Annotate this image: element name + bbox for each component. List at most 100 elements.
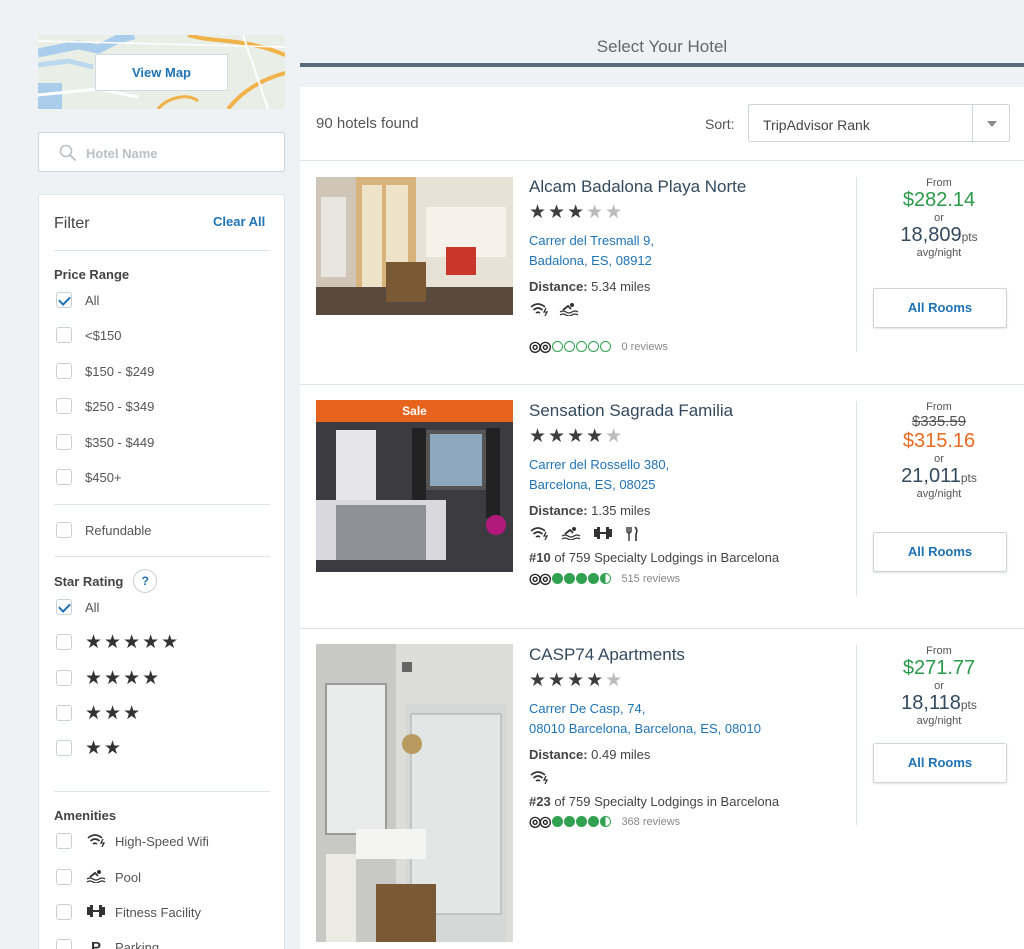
hotel-name[interactable]: CASP74 Apartments: [529, 645, 685, 665]
checkbox[interactable]: [56, 469, 72, 485]
amenity-pool[interactable]: Pool: [56, 868, 141, 886]
amenity-wifi[interactable]: High-Speed Wifi: [56, 832, 209, 850]
price-option-under-150[interactable]: <$150: [56, 326, 122, 344]
checkbox[interactable]: [56, 434, 72, 450]
pool-icon: [561, 526, 581, 547]
price-option-250-349[interactable]: $250 - $349: [56, 397, 154, 415]
checkbox[interactable]: [56, 398, 72, 414]
checkbox[interactable]: [56, 599, 72, 615]
hotel-name-input[interactable]: [86, 143, 276, 163]
checkbox[interactable]: [56, 833, 72, 849]
points-unit: pts: [960, 471, 977, 485]
view-map-button[interactable]: View Map: [95, 54, 228, 91]
price-option-350-449[interactable]: $350 - $449: [56, 433, 154, 451]
tripadvisor-owl-icon: ◎◎: [529, 813, 551, 829]
vertical-divider: [856, 177, 857, 352]
chevron-down-icon[interactable]: [987, 121, 997, 127]
points-value: 18,118: [901, 692, 961, 714]
hotel-address[interactable]: Carrer del Rossello 380, Barcelona, ES, …: [529, 455, 669, 495]
or-label: or: [934, 212, 944, 224]
option-label: All: [85, 292, 100, 308]
star-empty: ★★: [586, 202, 625, 223]
points-value: 21,011: [901, 465, 961, 487]
tripadvisor-rating[interactable]: ◎◎ 368 reviews: [529, 813, 680, 830]
price-range-heading: Price Range: [54, 267, 130, 282]
rating-circle: [588, 341, 600, 352]
divider: [54, 791, 270, 792]
sale-price: $315.16: [902, 430, 976, 452]
distance-label: Distance:: [529, 279, 588, 294]
hotel-address[interactable]: Carrer De Casp, 74, 08010 Barcelona, Bar…: [529, 699, 761, 739]
hotel-address[interactable]: Carrer del Tresmall 9, Badalona, ES, 089…: [529, 231, 654, 271]
vertical-divider: [856, 401, 857, 596]
review-count: 368 reviews: [621, 815, 681, 828]
amenities-heading: Amenities: [54, 808, 117, 823]
star-filled: ★★★: [529, 202, 587, 223]
star-option-2[interactable]: ★★: [56, 738, 123, 759]
tripadvisor-rating[interactable]: ◎◎ 0 reviews: [529, 338, 668, 355]
hotel-photo[interactable]: Sale: [316, 400, 513, 572]
price-box: From $335.59 $315.16 or 21,011pts avg/ni…: [872, 401, 1006, 500]
option-label: $450+: [85, 469, 122, 485]
star-option-4[interactable]: ★★★★: [56, 668, 161, 689]
rating-circle: [600, 816, 612, 827]
checkbox[interactable]: [56, 363, 72, 379]
checkbox[interactable]: [56, 939, 72, 949]
price-option-150-249[interactable]: $150 - $249: [56, 362, 154, 380]
sort-select[interactable]: TripAdvisor Rank: [748, 104, 1010, 142]
option-label: High-Speed Wifi: [115, 833, 209, 849]
tripadvisor-rating[interactable]: ◎◎ 515 reviews: [529, 570, 680, 587]
checkbox[interactable]: [56, 904, 72, 920]
checkbox[interactable]: [56, 292, 72, 308]
amenity-fitness[interactable]: Fitness Facility: [56, 903, 201, 921]
sort-value: TripAdvisor Rank: [763, 117, 870, 133]
all-rooms-button[interactable]: All Rooms: [873, 532, 1007, 572]
all-rooms-button[interactable]: All Rooms: [873, 743, 1007, 783]
checkbox[interactable]: [56, 670, 72, 686]
star-option-all[interactable]: All: [56, 598, 99, 616]
rating-circle: [576, 573, 588, 584]
hotel-name[interactable]: Sensation Sagrada Familia: [529, 401, 733, 421]
sale-badge: Sale: [316, 400, 513, 422]
from-label: From: [926, 401, 952, 413]
hotel-name[interactable]: Alcam Badalona Playa Norte: [529, 177, 746, 197]
checkbox[interactable]: [56, 740, 72, 756]
star-empty: ★: [605, 426, 625, 447]
option-label: Pool: [115, 869, 142, 885]
checkbox[interactable]: [56, 705, 72, 721]
hotel-name-search[interactable]: [38, 132, 285, 172]
help-icon[interactable]: ?: [133, 569, 158, 593]
checkbox[interactable]: [56, 634, 72, 650]
checkbox[interactable]: [56, 522, 72, 538]
rating-circle: [600, 573, 612, 584]
hotel-photo[interactable]: [316, 177, 513, 315]
address-line: Barcelona, ES, 08025: [529, 477, 656, 492]
avg-night-label: avg/night: [916, 247, 962, 259]
price: $282.14: [902, 189, 976, 211]
clear-all-link[interactable]: Clear All: [213, 214, 265, 229]
dumbbell-icon: [593, 526, 613, 547]
price-option-all[interactable]: All: [56, 291, 99, 309]
search-icon: [59, 144, 77, 167]
pool-icon: [85, 869, 107, 886]
checkbox[interactable]: [56, 327, 72, 343]
tripadvisor-owl-icon: ◎◎: [529, 570, 551, 586]
rank-text: of 759 Specialty Lodgings in Barcelona: [550, 550, 780, 565]
amenity-parking[interactable]: P Parking: [56, 938, 159, 949]
wifi-icon: [529, 770, 549, 789]
checkbox[interactable]: [56, 869, 72, 885]
hotel-rank: #23 of 759 Specialty Lodgings in Barcelo…: [529, 794, 779, 809]
price-option-450-plus[interactable]: $450+: [56, 468, 122, 486]
star-option-5[interactable]: ★★★★★: [56, 632, 180, 653]
refundable-option[interactable]: Refundable: [56, 521, 152, 539]
select-separator: [972, 105, 973, 141]
option-label: Parking: [115, 939, 160, 949]
star-option-3[interactable]: ★★★: [56, 703, 142, 724]
price-box: From $271.77 or 18,118pts avg/night: [872, 645, 1006, 727]
from-label: From: [926, 177, 952, 189]
dumbbell-icon: [85, 904, 107, 921]
all-rooms-button[interactable]: All Rooms: [873, 288, 1007, 328]
wifi-icon: [85, 833, 107, 850]
hotel-count: 90 hotels found: [316, 115, 419, 132]
hotel-photo[interactable]: [316, 644, 513, 942]
